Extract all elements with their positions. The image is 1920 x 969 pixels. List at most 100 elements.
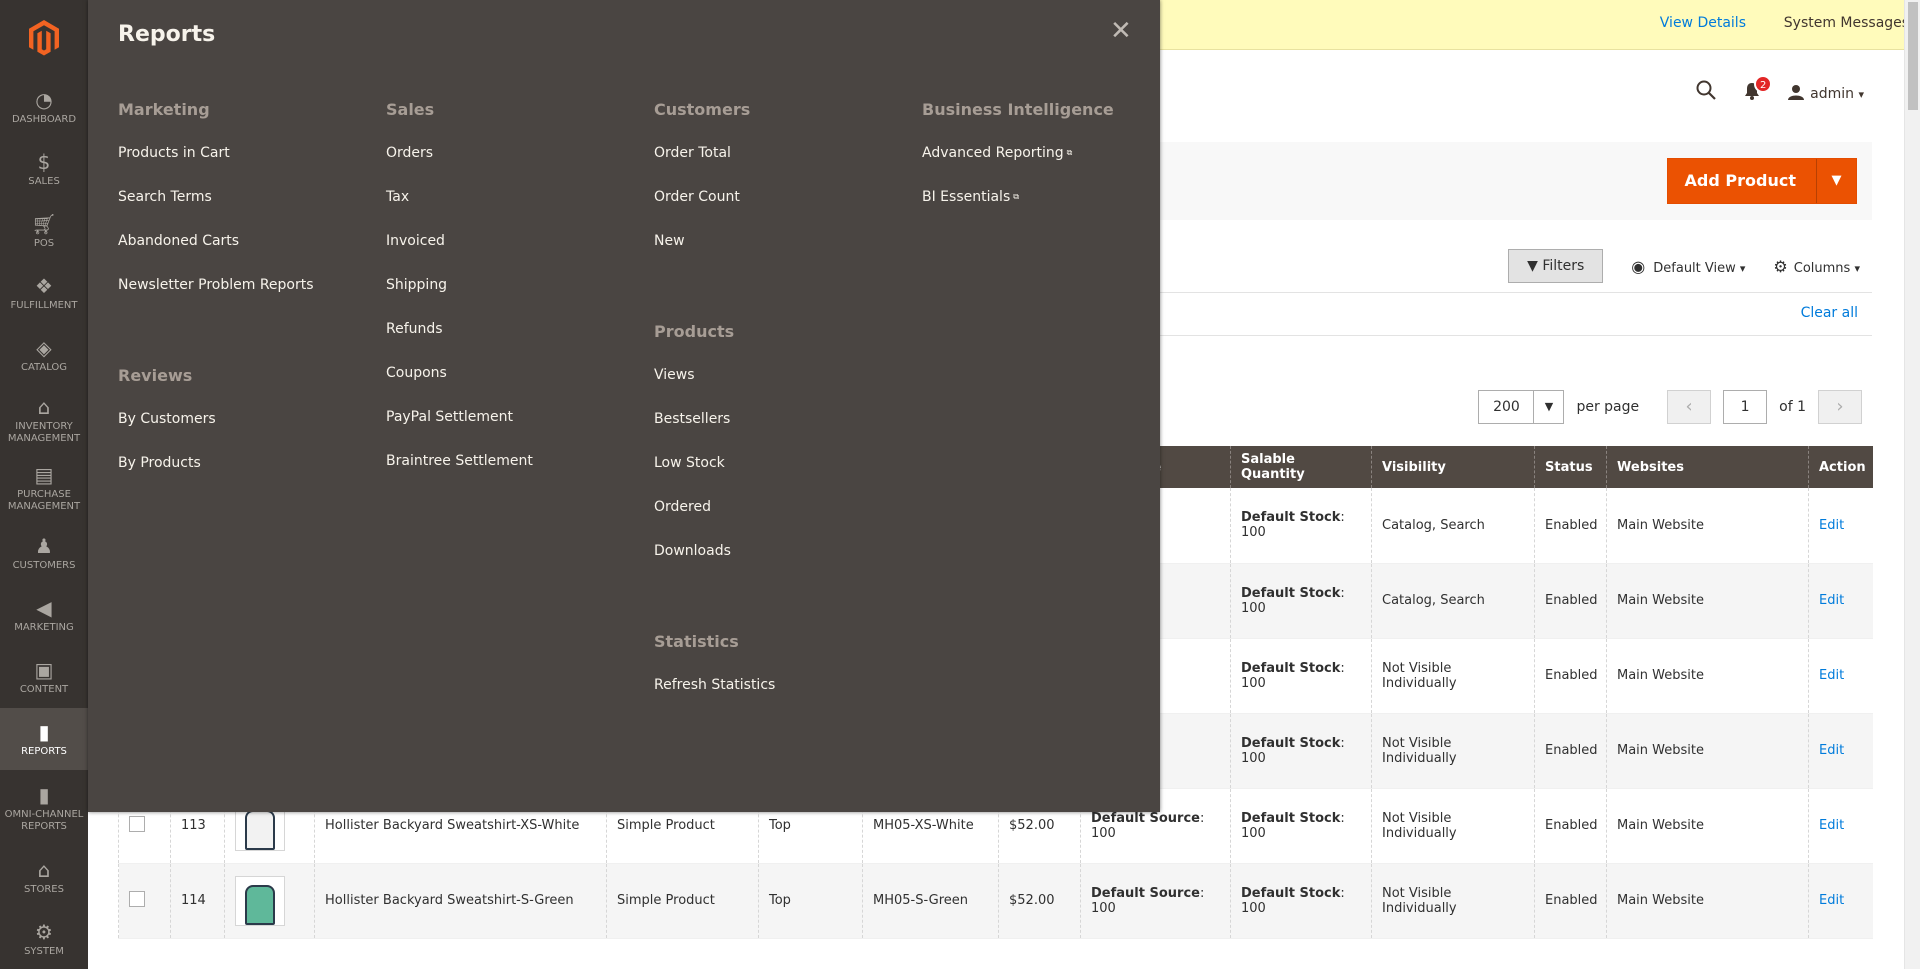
page-total-label: of 1 — [1779, 399, 1806, 415]
visibility-cell: Catalog, Search — [1371, 488, 1535, 564]
nav-item-label: MARKETING — [14, 621, 74, 633]
notifications-bell-icon[interactable]: 2 — [1744, 74, 1773, 105]
nav-item-fulfillment[interactable]: ❖ FULFILLMENT — [0, 262, 88, 324]
close-icon[interactable]: ✕ — [1110, 18, 1132, 44]
nav-item-stores[interactable]: ⌂ STORES — [0, 846, 88, 908]
edit-link[interactable]: Edit — [1819, 743, 1844, 758]
col-header-visibility[interactable]: Visibility — [1371, 446, 1535, 488]
report-link-advanced-reporting[interactable]: Advanced Reporting — [922, 144, 1182, 188]
col-header-salable[interactable]: Salable Quantity — [1230, 446, 1372, 488]
edit-link[interactable]: Edit — [1819, 668, 1844, 683]
report-link-ordered[interactable]: Ordered — [654, 498, 914, 542]
nav-item-pos[interactable]: 🛒︎ POS — [0, 200, 88, 262]
magento-logo[interactable] — [0, 0, 88, 76]
row-checkbox[interactable] — [129, 815, 145, 832]
nav-item-sales[interactable]: $ SALES — [0, 138, 88, 200]
report-link-braintree-settlement[interactable]: Braintree Settlement — [386, 452, 646, 496]
nav-item-content[interactable]: ▣ CONTENT — [0, 646, 88, 708]
admin-sidebar: ◔ DASHBOARD $ SALES 🛒︎ POS ❖ FULFILLMENT ◈ CATALO… — [0, 0, 88, 969]
flyout-title: Reports — [118, 22, 216, 47]
report-link-abandoned-carts[interactable]: Abandoned Carts — [118, 232, 378, 276]
stock-label: Default Stock — [1241, 810, 1341, 826]
nav-item-omni-channel-reports[interactable]: ▮ OMNI-CHANNEL REPORTS — [0, 770, 88, 846]
page-scrollbar[interactable] — [1904, 0, 1920, 969]
col-header-websites[interactable]: Websites — [1606, 446, 1809, 488]
customers-heading: Customers — [654, 100, 751, 119]
salable-quantity-cell: Default Stock: 100 — [1230, 563, 1372, 639]
person-icon: ♟ — [35, 533, 53, 558]
edit-link[interactable]: Edit — [1819, 893, 1844, 908]
per-page-select[interactable]: 200 ▼ — [1478, 390, 1565, 424]
funnel-icon: ▼ — [1527, 258, 1538, 274]
report-link-shipping[interactable]: Shipping — [386, 276, 646, 320]
add-product-dropdown-toggle[interactable]: ▼ — [1816, 159, 1856, 203]
report-link-products-in-cart[interactable]: Products in Cart — [118, 144, 378, 188]
nav-item-dashboard[interactable]: ◔ DASHBOARD — [0, 76, 88, 138]
filters-button[interactable]: ▼ Filters — [1508, 249, 1604, 283]
report-link-refunds[interactable]: Refunds — [386, 320, 646, 364]
nav-item-inventory-management[interactable]: ⌂ INVENTORY MANAGEMENT — [0, 386, 88, 454]
report-link-new[interactable]: New — [654, 232, 914, 276]
report-link-by-products[interactable]: By Products — [118, 454, 378, 498]
status-cell: Enabled — [1534, 863, 1607, 939]
customers-section: Customers Order Total Order Count New — [654, 100, 914, 276]
report-link-coupons[interactable]: Coupons — [386, 364, 646, 408]
report-link-newsletter-problem-reports[interactable]: Newsletter Problem Reports — [118, 276, 378, 320]
websites-cell: Main Website — [1606, 563, 1809, 639]
page-number-input[interactable]: 1 — [1723, 390, 1768, 424]
report-link-bestsellers[interactable]: Bestsellers — [654, 410, 914, 454]
report-link-tax[interactable]: Tax — [386, 188, 646, 232]
report-link-downloads[interactable]: Downloads — [654, 542, 914, 586]
visibility-cell: Not Visible Individually — [1371, 713, 1535, 789]
report-link-order-total[interactable]: Order Total — [654, 144, 914, 188]
report-link-low-stock[interactable]: Low Stock — [654, 454, 914, 498]
report-link-by-customers[interactable]: By Customers — [118, 410, 378, 454]
report-link-bi-essentials[interactable]: BI Essentials — [922, 188, 1182, 232]
edit-link[interactable]: Edit — [1819, 818, 1844, 833]
report-link-search-terms[interactable]: Search Terms — [118, 188, 378, 232]
scrollbar-thumb[interactable] — [1908, 2, 1918, 110]
websites-cell: Main Website — [1606, 788, 1809, 864]
action-cell: Edit — [1808, 713, 1873, 789]
report-link-refresh-statistics[interactable]: Refresh Statistics — [654, 676, 914, 720]
add-product-button[interactable]: Add Product ▼ — [1666, 158, 1857, 204]
flyout-column-1: Marketing Products in Cart Search Terms Aba… — [118, 100, 378, 544]
row-checkbox[interactable] — [129, 890, 145, 907]
status-cell: Enabled — [1534, 638, 1607, 714]
eye-icon: ◉ — [1631, 256, 1646, 276]
view-details-link[interactable]: View Details — [1660, 15, 1746, 31]
stock-label: Default Stock — [1241, 735, 1341, 751]
report-link-orders[interactable]: Orders — [386, 144, 646, 188]
system-messages-dropdown[interactable]: System Messages: 3 — [1784, 15, 1920, 31]
col-header-status[interactable]: Status — [1534, 446, 1607, 488]
type-cell: Simple Product — [606, 863, 759, 939]
nav-item-label: CONTENT — [19, 683, 69, 695]
visibility-cell: Not Visible Individually — [1371, 863, 1535, 939]
edit-link[interactable]: Edit — [1819, 518, 1844, 533]
source-label: Default Source — [1091, 885, 1200, 901]
search-icon[interactable] — [1696, 80, 1716, 106]
chevron-down-icon[interactable]: ▼ — [1533, 391, 1564, 423]
default-view-dropdown[interactable]: ◉ Default View — [1631, 257, 1745, 276]
report-link-invoiced[interactable]: Invoiced — [386, 232, 646, 276]
clear-all-link[interactable]: Clear all — [1801, 305, 1858, 321]
nav-item-marketing[interactable]: ◀ MARKETING — [0, 584, 88, 646]
next-page-button[interactable]: › — [1818, 390, 1862, 424]
action-cell: Edit — [1808, 638, 1873, 714]
product-thumbnail[interactable] — [235, 875, 285, 926]
report-link-order-count[interactable]: Order Count — [654, 188, 914, 232]
nav-item-reports[interactable]: ▮ REPORTS — [0, 708, 88, 770]
report-link-views[interactable]: Views — [654, 366, 914, 410]
dashboard-icon: ◔ — [35, 87, 53, 112]
nav-item-system[interactable]: ⚙ SYSTEM — [0, 908, 88, 969]
nav-item-customers[interactable]: ♟ CUSTOMERS — [0, 522, 88, 584]
action-cell: Edit — [1808, 863, 1873, 939]
nav-item-catalog[interactable]: ◈ CATALOG — [0, 324, 88, 386]
previous-page-button[interactable]: ‹ — [1667, 390, 1712, 424]
report-link-paypal-settlement[interactable]: PayPal Settlement — [386, 408, 646, 452]
dollar-icon: $ — [37, 149, 51, 174]
columns-dropdown[interactable]: ⚙ Columns — [1773, 257, 1860, 276]
edit-link[interactable]: Edit — [1819, 593, 1844, 608]
nav-item-purchase-management[interactable]: ▤ PURCHASE MANAGEMENT — [0, 454, 88, 522]
admin-user-menu[interactable]: admin — [1788, 84, 1864, 102]
